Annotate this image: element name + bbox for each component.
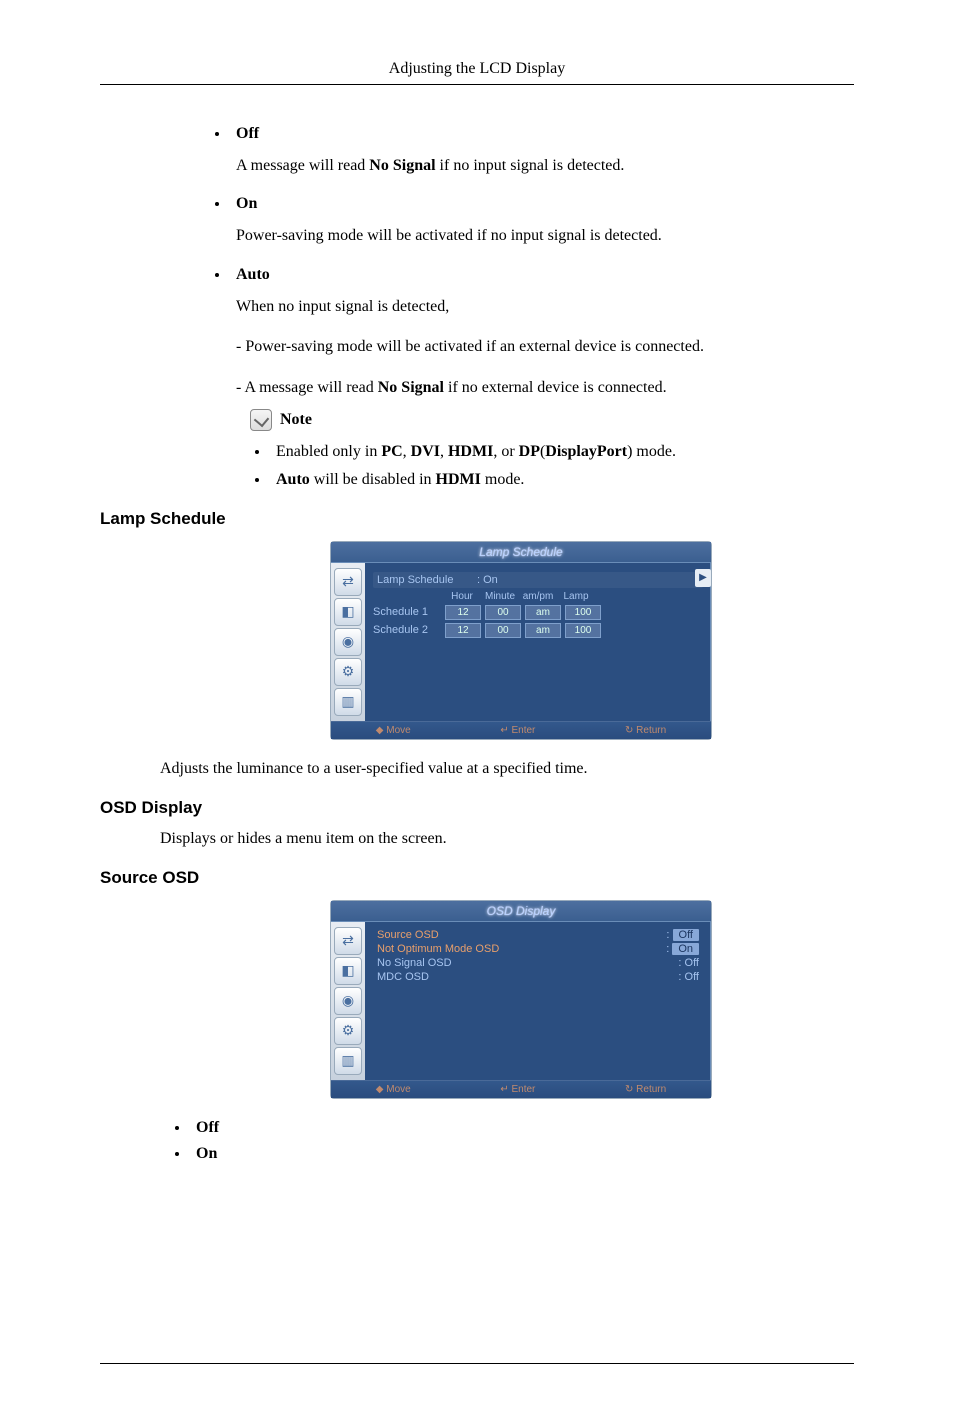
note-item-2: Auto will be disabled in HDMI mode. xyxy=(270,471,854,489)
lamp-s1-lamp[interactable]: 100 xyxy=(565,605,601,620)
note-label: Note xyxy=(280,411,312,428)
footer-return-2: ↻ Return xyxy=(625,1084,666,1095)
note-list: Enabled only in PC, DVI, HDMI, or DP(Dis… xyxy=(100,443,854,489)
lamp-row-value: : On xyxy=(477,574,498,586)
side-icon-setup[interactable]: ⚙ xyxy=(334,658,362,686)
footer-rule xyxy=(100,1363,854,1364)
osd-side-icons: ⇄ ◧ ◉ ⚙ ▥ xyxy=(331,563,365,721)
option-auto-desc1: When no input signal is detected, xyxy=(236,296,854,318)
option-auto-desc2: - Power-saving mode will be activated if… xyxy=(236,336,854,358)
side-icon-picture-2[interactable]: ◧ xyxy=(334,957,362,985)
osd-side-icons-2: ⇄ ◧ ◉ ⚙ ▥ xyxy=(331,922,365,1080)
option-off-title: Off xyxy=(236,125,259,142)
side-icon-sound[interactable]: ◉ xyxy=(334,628,362,656)
lamp-s1-hour[interactable]: 12 xyxy=(445,605,481,620)
option-auto-desc3: - A message will read No Signal if no ex… xyxy=(236,377,854,399)
osd-main-2: Source OSD : Off Not Optimum Mode OSD : … xyxy=(365,922,711,1080)
footer-move-2: ◆ Move xyxy=(376,1084,411,1095)
osd-footer-2: ◆ Move ↵ Enter ↻ Return xyxy=(331,1080,711,1098)
lamp-s1-min[interactable]: 00 xyxy=(485,605,521,620)
page-title: Adjusting the LCD Display xyxy=(389,60,565,77)
side-icon-input[interactable]: ⇄ xyxy=(334,568,362,596)
lamp-s2-lamp[interactable]: 100 xyxy=(565,623,601,638)
source-osd-row[interactable]: Source OSD : Off xyxy=(373,928,703,942)
source-osd-heading: Source OSD xyxy=(100,868,854,888)
lamp-schedule-osd: Lamp Schedule ⇄ ◧ ◉ ⚙ ▥ ▶ Lamp Schedule … xyxy=(330,541,712,740)
source-osd-on: On xyxy=(190,1145,854,1163)
option-on-title: On xyxy=(236,195,257,212)
no-signal-osd-row[interactable]: No Signal OSD : Off xyxy=(373,956,703,970)
lamp-col-heads: Hour Minute am/pm Lamp xyxy=(443,591,703,602)
note-item-1: Enabled only in PC, DVI, HDMI, or DP(Dis… xyxy=(270,443,854,461)
lamp-row-label: Lamp Schedule xyxy=(377,574,477,586)
source-osd-options: Off On xyxy=(100,1119,854,1163)
mdc-osd-row[interactable]: MDC OSD : Off xyxy=(373,970,703,984)
side-icon-input-2[interactable]: ⇄ xyxy=(334,927,362,955)
osd-main: ▶ Lamp Schedule : On Hour Minute am/pm L… xyxy=(365,563,711,721)
option-auto: Auto When no input signal is detected, -… xyxy=(230,266,854,399)
osd-title: Lamp Schedule xyxy=(331,542,711,563)
not-optimum-row[interactable]: Not Optimum Mode OSD : On xyxy=(373,942,703,956)
lamp-s2-min[interactable]: 00 xyxy=(485,623,521,638)
option-on: On Power-saving mode will be activated i… xyxy=(230,195,854,247)
osd-title-2: OSD Display xyxy=(331,901,711,922)
lamp-body-text: Adjusts the luminance to a user-specifie… xyxy=(160,760,854,778)
option-off-desc: A message will read No Signal if no inpu… xyxy=(236,155,854,177)
footer-return: ↻ Return xyxy=(625,725,666,736)
lamp-schedule1-row: Schedule 1 12 00 am 100 xyxy=(373,605,703,620)
side-icon-setup-2[interactable]: ⚙ xyxy=(334,1017,362,1045)
source-osd-off: Off xyxy=(190,1119,854,1137)
option-off: Off A message will read No Signal if no … xyxy=(230,125,854,177)
footer-enter: ↵ Enter xyxy=(500,725,535,736)
lamp-schedule-heading: Lamp Schedule xyxy=(100,509,854,529)
lamp-s1-ampm[interactable]: am xyxy=(525,605,561,620)
footer-enter-2: ↵ Enter xyxy=(500,1084,535,1095)
options-list: Off A message will read No Signal if no … xyxy=(100,125,854,399)
osd-display-body: Displays or hides a menu item on the scr… xyxy=(160,830,854,848)
note-block: Note xyxy=(250,409,854,431)
lamp-s2-hour[interactable]: 12 xyxy=(445,623,481,638)
source-osd-panel: OSD Display ⇄ ◧ ◉ ⚙ ▥ Source OSD : Off N… xyxy=(330,900,712,1099)
lamp-s2-ampm[interactable]: am xyxy=(525,623,561,638)
option-auto-title: Auto xyxy=(236,266,270,283)
osd-footer: ◆ Move ↵ Enter ↻ Return xyxy=(331,721,711,739)
osd-display-heading: OSD Display xyxy=(100,798,854,818)
side-icon-sound-2[interactable]: ◉ xyxy=(334,987,362,1015)
lamp-schedule2-row: Schedule 2 12 00 am 100 xyxy=(373,623,703,638)
arrow-right-icon[interactable]: ▶ xyxy=(695,569,711,587)
side-icon-multi-2[interactable]: ▥ xyxy=(334,1047,362,1075)
option-on-desc: Power-saving mode will be activated if n… xyxy=(236,225,854,247)
side-icon-multi[interactable]: ▥ xyxy=(334,688,362,716)
note-icon xyxy=(250,409,272,431)
footer-move: ◆ Move xyxy=(376,725,411,736)
page-header: Adjusting the LCD Display xyxy=(100,60,854,85)
side-icon-picture[interactable]: ◧ xyxy=(334,598,362,626)
